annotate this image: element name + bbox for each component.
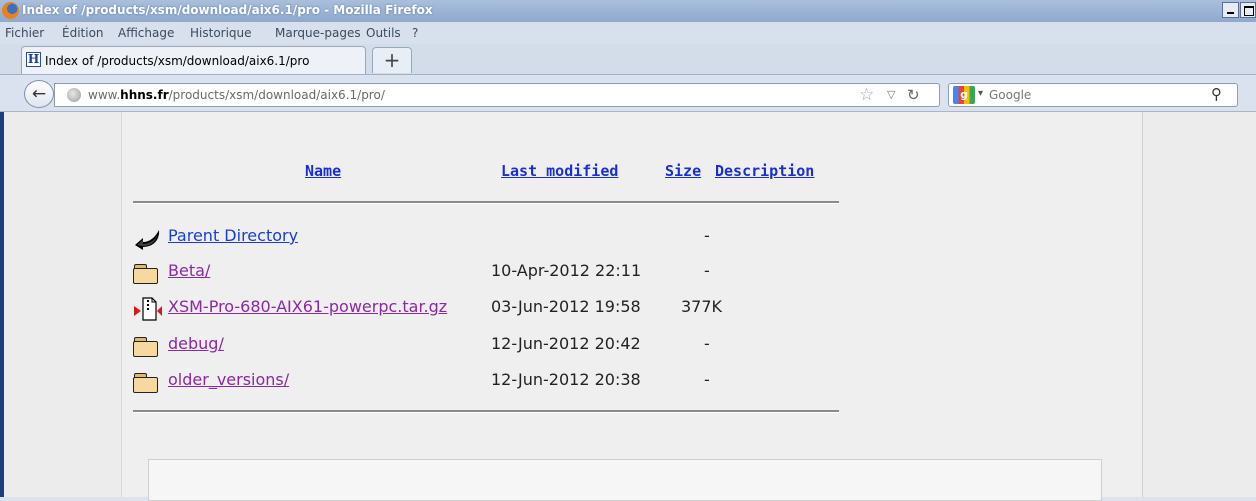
row-size: - [704,261,710,280]
column-header-description[interactable]: Description [715,162,814,180]
menu-edition[interactable]: Édition [62,26,104,40]
compressed-file-icon [133,297,163,325]
list-item: Beta/ 10-Apr-2012 22:11 - [133,259,853,284]
back-arrow-icon [133,226,163,254]
list-item: Parent Directory - [133,224,853,250]
row-date: 12-Jun-2012 20:38 [491,370,641,389]
row-date: 12-Jun-2012 20:42 [491,334,641,353]
list-item: XSM-Pro-680-AIX61-powerpc.tar.gz 03-Jun-… [133,295,853,321]
row-size: 377K [681,297,723,316]
row-size: - [704,334,710,353]
url-bar[interactable]: www.hhns.fr/products/xsm/download/aix6.1… [54,83,940,107]
tab-label: Index of /products/xsm/download/aix6.1/p… [45,54,310,68]
new-tab-button[interactable]: + [372,47,412,73]
folder-icon [133,373,158,393]
list-item: debug/ 12-Jun-2012 20:42 - [133,332,853,357]
reload-icon[interactable]: ↻ [907,86,920,104]
menu-bar: Fichier Édition Affichage Historique Mar… [0,22,1256,44]
back-button[interactable]: ← [24,80,54,108]
row-size: - [704,226,710,245]
tab-strip: H Index of /products/xsm/download/aix6.1… [0,44,1256,75]
menu-historique[interactable]: Historique [190,26,252,40]
list-item: older_versions/ 12-Jun-2012 20:38 - [133,368,853,393]
row-size: - [704,370,710,389]
search-bar[interactable]: g ▾ Google ⚲ [948,83,1238,107]
menu-outils[interactable]: Outils [366,26,401,40]
row-date: 03-Jun-2012 19:58 [491,297,641,316]
parent-directory-link[interactable]: Parent Directory [168,226,298,245]
menu-marque-pages[interactable]: Marque-pages [275,26,361,40]
google-icon[interactable]: g [953,86,975,104]
column-header-name[interactable]: Name [305,162,341,180]
tar-gz-file-link[interactable]: XSM-Pro-680-AIX61-powerpc.tar.gz [168,297,447,316]
minimize-button[interactable] [1222,2,1239,18]
folder-icon [133,264,158,284]
url-text[interactable]: www.hhns.fr/products/xsm/download/aix6.1… [88,88,385,102]
menu-fichier[interactable]: Fichier [5,26,44,40]
beta-folder-link[interactable]: Beta/ [168,261,210,280]
maximize-button[interactable] [1240,2,1256,18]
tab-active[interactable]: H Index of /products/xsm/download/aix6.1… [21,46,366,74]
site-favicon-icon: H [26,52,41,67]
left-column [4,112,122,497]
menu-help[interactable]: ? [412,26,418,40]
window-title: Index of /products/xsm/download/aix6.1/p… [22,3,433,17]
firefox-icon[interactable] [2,2,19,19]
column-header-size[interactable]: Size [665,162,701,180]
column-header-last-modified[interactable]: Last modified [501,162,618,180]
navigation-bar: www.hhns.fr/products/xsm/download/aix6.1… [0,75,1256,112]
right-column [1143,112,1256,497]
header-divider [133,201,839,204]
title-bar: Index of /products/xsm/download/aix6.1/p… [0,0,1256,23]
search-placeholder: Google [989,88,1032,102]
debug-folder-link[interactable]: debug/ [168,334,224,353]
menu-affichage[interactable]: Affichage [118,26,174,40]
footer-divider [133,410,839,413]
search-engine-dropdown-icon[interactable]: ▾ [978,88,983,99]
row-date: 10-Apr-2012 22:11 [491,261,642,280]
globe-icon [67,88,81,102]
content-box [148,459,1102,501]
search-icon[interactable]: ⚲ [1211,85,1222,103]
bookmark-star-icon[interactable]: ☆ [859,85,874,105]
folder-icon [133,337,158,357]
older-versions-folder-link[interactable]: older_versions/ [168,370,289,389]
history-dropdown-icon[interactable]: ▽ [887,88,895,101]
